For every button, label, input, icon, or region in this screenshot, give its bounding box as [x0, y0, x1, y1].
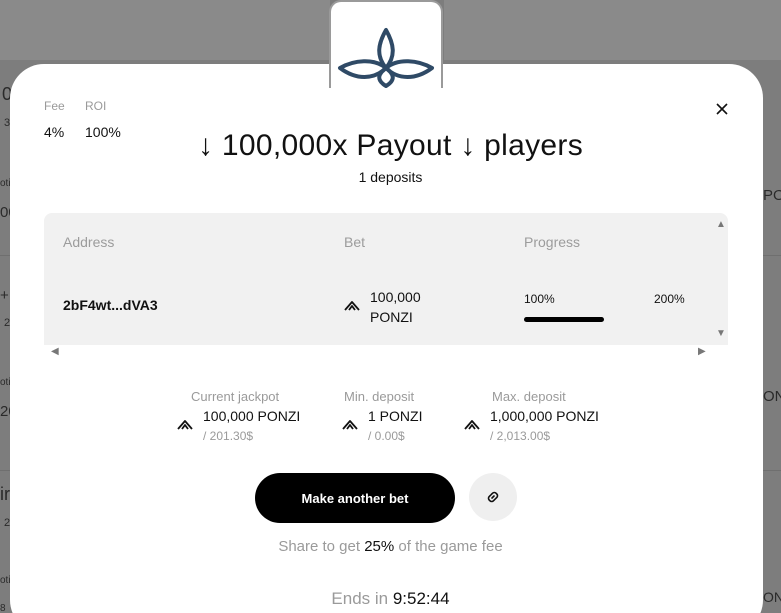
share-reward-text: Share to get 25% of the game fee	[0, 538, 781, 555]
row-bet: 100,000 PONZI	[370, 287, 421, 327]
background-text: +	[0, 287, 9, 304]
make-another-bet-button[interactable]: Make another bet	[255, 473, 455, 523]
horizontal-scrollbar[interactable]	[44, 345, 728, 359]
roi-label: ROI	[85, 99, 107, 113]
deposits-count: 1 deposits	[358, 169, 423, 185]
row-bet-unit: PONZI	[370, 309, 413, 325]
jackpot-value: 100,000 PONZI	[203, 408, 301, 424]
background-card	[444, 0, 781, 60]
row-progress-target: 200%	[654, 292, 685, 306]
timer-label: Ends in	[331, 589, 389, 608]
column-header-address: Address	[63, 234, 115, 250]
scroll-up-arrow[interactable]: ▲	[716, 219, 726, 230]
game-title: ↓ 100,000x Payout ↓ players	[198, 129, 583, 162]
close-icon	[716, 103, 728, 115]
ponzi-logo-icon	[338, 28, 434, 88]
ponzi-token-icon	[177, 420, 193, 430]
jackpot-usd: / 201.30$	[203, 429, 254, 443]
background-text: oti	[0, 575, 11, 586]
min-deposit-label: Min. deposit	[344, 389, 415, 404]
background-text: ir	[0, 484, 10, 504]
share-suffix: of the game fee	[398, 538, 503, 555]
scroll-left-arrow[interactable]: ◀	[51, 346, 59, 357]
max-deposit-usd: / 2,013.00$	[490, 429, 551, 443]
min-deposit-usd: / 0.00$	[368, 429, 405, 443]
row-progress-bar	[524, 317, 604, 322]
background-text: ONZ	[763, 388, 781, 405]
game-timer: Ends in 9:52:44	[0, 589, 781, 609]
jackpot-label: Current jackpot	[191, 389, 280, 404]
background-card	[0, 0, 330, 60]
max-deposit-value: 1,000,000 PONZI	[490, 408, 599, 424]
row-bet-amount: 100,000	[370, 289, 421, 305]
row-address[interactable]: 2bF4wt...dVA3	[63, 297, 158, 313]
row-progress-current: 100%	[524, 292, 555, 306]
scroll-down-arrow[interactable]: ▼	[716, 328, 726, 339]
fee-label: Fee	[44, 99, 65, 113]
background-text: oti	[0, 377, 11, 388]
deposits-table	[44, 213, 728, 359]
ponzi-token-icon	[342, 420, 358, 430]
ponzi-token-icon	[464, 420, 480, 430]
copy-link-button[interactable]	[469, 473, 517, 521]
logo-tab	[329, 0, 443, 88]
timer-value: 9:52:44	[392, 589, 450, 608]
close-button[interactable]	[712, 99, 732, 119]
max-deposit-label: Max. deposit	[492, 389, 566, 404]
column-header-bet: Bet	[344, 234, 366, 250]
share-percent: 25%	[364, 538, 395, 555]
min-deposit-value: 1 PONZI	[368, 408, 423, 424]
column-header-progress: Progress	[524, 234, 581, 250]
share-prefix: Share to get	[278, 538, 361, 555]
background-text: PO	[763, 187, 781, 204]
link-icon	[487, 491, 499, 503]
ponzi-token-icon	[344, 301, 360, 311]
scroll-right-arrow[interactable]: ▶	[698, 346, 706, 357]
